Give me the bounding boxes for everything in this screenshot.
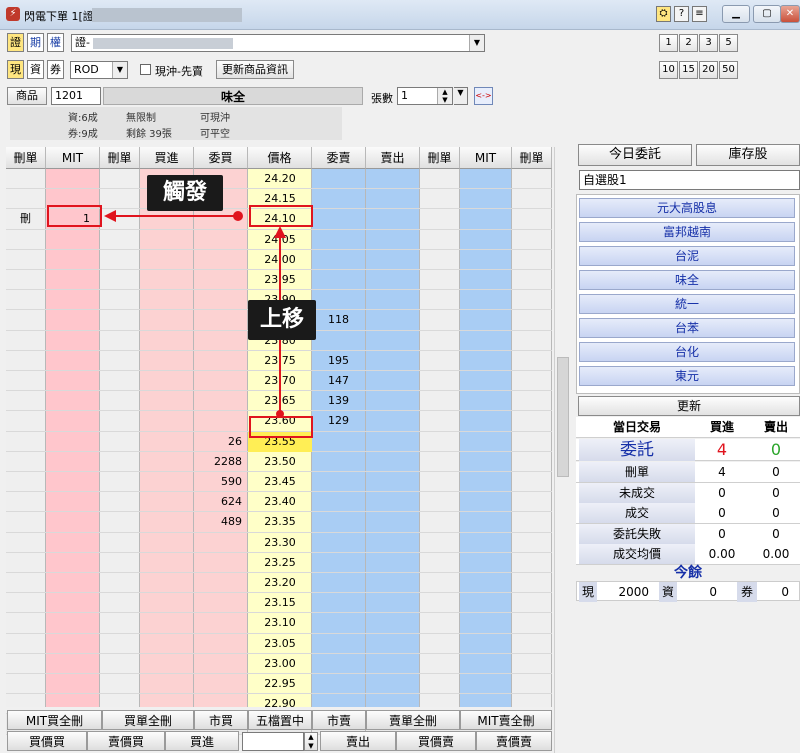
watchlist-item[interactable]: 統一 bbox=[579, 294, 795, 314]
entrust-label: 委託 bbox=[579, 439, 695, 461]
mit-sell-delete-all-button[interactable]: MIT賣全刪 bbox=[460, 710, 552, 730]
trade-row-buy: 4 bbox=[718, 465, 726, 479]
watchlist-select[interactable]: 自選股1 bbox=[579, 170, 800, 190]
sell-at-ask-button[interactable]: 賣價賣 bbox=[476, 731, 552, 751]
current-price-highlight bbox=[249, 416, 313, 438]
trade-row-buy: 0 bbox=[718, 526, 726, 541]
buy-button[interactable]: 買進 bbox=[165, 731, 239, 751]
tab-today-orders[interactable]: 今日委託 bbox=[578, 144, 692, 166]
entrust-buy-count: 4 bbox=[716, 440, 728, 459]
sell-at-bid-button[interactable]: 買價賣 bbox=[396, 731, 476, 751]
remaining-label: 今餘 bbox=[674, 565, 702, 581]
flash-order-window: ⚡ 閃電下單 1[證- ⛭ ? ≡ ▁ ▢ ✕ 證 期 權 證- ▼ 現 資 券… bbox=[0, 0, 800, 753]
market-sell-button[interactable]: 市賣 bbox=[312, 710, 366, 730]
refresh-button[interactable]: 更新 bbox=[578, 396, 800, 416]
remaining-cash-value: 2000 bbox=[618, 585, 649, 599]
trade-row: 成交 0 0 bbox=[576, 503, 800, 524]
remaining-cash-label: 現 bbox=[579, 582, 597, 602]
remaining-row: 現 2000 資 0 券 0 bbox=[576, 581, 800, 602]
mit-order-highlight bbox=[47, 205, 102, 227]
annotation-trigger: 觸發 bbox=[147, 175, 223, 211]
watchlist-item[interactable]: 富邦越南 bbox=[579, 222, 795, 242]
quick-price-input[interactable] bbox=[242, 732, 304, 751]
watchlist-item[interactable]: 台苯 bbox=[579, 318, 795, 338]
sell-button[interactable]: 賣出 bbox=[320, 731, 396, 751]
remaining-short-value: 0 bbox=[781, 585, 789, 599]
trade-row-buy: 0 bbox=[718, 485, 726, 500]
ladder-scrollbar[interactable] bbox=[554, 147, 571, 753]
watchlist-item[interactable]: 東元 bbox=[579, 366, 795, 386]
trade-row-sell: 0 bbox=[772, 465, 780, 479]
trade-row-label: 成交均價 bbox=[579, 544, 695, 564]
trade-row: 委託失敗 0 0 bbox=[576, 523, 800, 545]
buy-at-bid-button[interactable]: 買價買 bbox=[7, 731, 87, 751]
center-five-levels-button[interactable]: 五檔置中 bbox=[248, 710, 312, 730]
trade-row-label: 刪單 bbox=[579, 462, 695, 482]
annotation-move-up: 上移 bbox=[248, 300, 316, 340]
right-panel: 今日委託 庫存股 自選股1 元大高股息 富邦越南 台泥 味全 統一 台苯 台化 … bbox=[576, 142, 800, 753]
stepper-icon[interactable]: ▲ ▼ bbox=[304, 732, 318, 751]
trigger-price-highlight bbox=[249, 205, 313, 227]
trigger-arrow-dot bbox=[233, 211, 243, 221]
trade-header-buy: 買進 bbox=[709, 420, 734, 434]
buy-at-ask-button[interactable]: 賣價買 bbox=[87, 731, 165, 751]
trade-row-label: 委託失敗 bbox=[579, 523, 695, 544]
trade-row-buy: 0 bbox=[718, 506, 726, 520]
entrust-sell-count: 0 bbox=[770, 440, 782, 459]
remaining-margin-value: 0 bbox=[709, 585, 717, 599]
trade-row-sell: 0.00 bbox=[762, 547, 790, 561]
trade-row-sell: 0 bbox=[772, 526, 780, 541]
remaining-margin-label: 資 bbox=[659, 582, 677, 602]
entrust-row: 委託 4 0 bbox=[576, 439, 800, 461]
trade-row: 未成交 0 0 bbox=[576, 482, 800, 504]
trade-row-sell: 0 bbox=[772, 485, 780, 500]
trade-row-sell: 0 bbox=[772, 506, 780, 520]
watchlist-item[interactable]: 台化 bbox=[579, 342, 795, 362]
trade-row: 刪單 4 0 bbox=[576, 462, 800, 483]
trade-row-label: 未成交 bbox=[579, 482, 695, 503]
trade-header-row: 當日交易 買進 賣出 bbox=[576, 417, 800, 438]
move-up-arrow-head bbox=[274, 226, 286, 238]
market-buy-button[interactable]: 市買 bbox=[194, 710, 248, 730]
watchlist-item[interactable]: 味全 bbox=[579, 270, 795, 290]
trade-header-label: 當日交易 bbox=[612, 420, 661, 434]
trade-header-sell: 賣出 bbox=[763, 420, 788, 434]
remaining-short-label: 券 bbox=[737, 582, 757, 602]
buy-delete-all-button[interactable]: 買單全刪 bbox=[102, 710, 194, 730]
trigger-arrow-head bbox=[104, 210, 116, 222]
tab-holdings[interactable]: 庫存股 bbox=[696, 144, 800, 166]
sell-delete-all-button[interactable]: 賣單全刪 bbox=[366, 710, 460, 730]
trade-row-label: 成交 bbox=[579, 503, 695, 523]
mit-buy-delete-all-button[interactable]: MIT買全刪 bbox=[7, 710, 102, 730]
watchlist-item[interactable]: 台泥 bbox=[579, 246, 795, 266]
watchlist-item[interactable]: 元大高股息 bbox=[579, 198, 795, 218]
scroll-thumb[interactable] bbox=[557, 357, 569, 477]
trade-row-buy: 0.00 bbox=[708, 547, 736, 561]
